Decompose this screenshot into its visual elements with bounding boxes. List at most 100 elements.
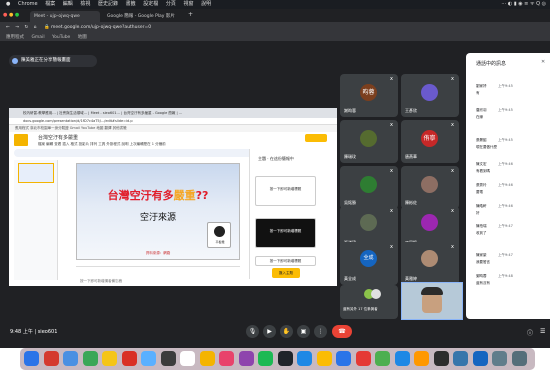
self-view[interactable] [401,282,463,320]
bookmark-maps[interactable]: 地圖 [78,35,87,40]
dock-app-icon[interactable] [472,351,488,366]
forward-icon[interactable]: → [15,25,19,30]
dock-app-icon[interactable] [238,351,254,366]
avatar [421,214,438,231]
participant-tile-5[interactable]: 陳彬佐 ⅹ [401,166,459,209]
avatar: 全成 [360,250,377,267]
status-icons[interactable]: ⋯ ◐ ▮ ◉ ≡ ᯤ Q ◎ [501,0,546,9]
mic-off-icon: ⅹ [451,76,454,82]
dock-app-icon[interactable] [102,351,117,366]
dock-app-icon[interactable] [82,351,98,366]
shared-tab: 校內研習-教學應用… [23,111,56,115]
lock-icon: 🔒 [43,25,50,30]
menu-history[interactable]: 歷史記錄 [98,0,118,9]
chat-sender: 張秀玲 [476,183,487,187]
menu-chrome[interactable]: Chrome [18,0,38,9]
menu-bookmarks[interactable]: 書籤 [126,0,136,9]
participant-tile-9[interactable]: 黃雅婷 ⅹ [401,242,459,285]
reload-icon[interactable]: ↻ [24,25,28,30]
info-icon[interactable]: ⓘ [527,328,533,337]
bookmarks-bar: 應用程式 Gmail YouTube 地圖 [0,33,550,42]
apple-icon[interactable]: ● [6,0,10,9]
avatar: 侑寧 [421,130,438,147]
dock-app-icon[interactable] [355,351,371,366]
chat-text: 好 [476,211,480,215]
home-icon[interactable]: ⌂ [34,25,37,30]
dock-app-icon[interactable] [297,351,312,366]
dock-app-icon[interactable] [199,351,215,366]
dock-app-icon[interactable] [160,351,176,366]
participant-tile-4[interactable]: 吳銘勝 ⅹ [340,166,398,209]
chat-time: 上午9:46 [498,183,513,187]
menu-help[interactable]: 說明 [201,0,211,9]
participant-tile-8[interactable]: 全成 黃全成 ⅹ [340,242,398,285]
slide-badge: 平板機 [215,240,225,244]
hangup-button[interactable]: ☎ [332,325,352,338]
mic-off-icon: ⅹ [451,122,454,128]
dock-app-icon[interactable] [121,351,137,366]
shared-address-bar: docs.google.com/presentation/d/1fD7c4aT5… [9,118,337,125]
shared-tab: Meet - sieo601… [90,111,121,115]
back-icon[interactable]: ← [6,25,10,30]
window-controls[interactable]: ● ● ● [3,13,23,18]
dock-app-icon[interactable] [511,351,527,366]
menu-tab[interactable]: 分頁 [166,0,176,9]
avatar [421,84,438,101]
mic-off-icon: ⅹ [390,244,393,250]
participant-name: 謝昀蓉 [344,108,356,113]
avatar [360,214,377,231]
dock-app-icon[interactable] [24,351,39,366]
dock-app-icon[interactable] [63,351,78,366]
dock-app-icon[interactable] [414,351,429,366]
raise-hand-button[interactable]: ✋ [280,325,293,338]
share-button [305,134,327,142]
theme-card: 按一下即可新增標題 [255,256,316,266]
dock-app-icon[interactable] [336,351,351,366]
menu-file[interactable]: 檔案 [45,0,55,9]
tab-meet[interactable]: Meet - ujp-ojwq-qwe [30,11,100,22]
bookmark-gmail[interactable]: Gmail [31,35,44,40]
slide-title: 台灣空汙有多嚴重?? [107,189,209,202]
bookmark-youtube[interactable]: YouTube [52,35,70,40]
shared-bookmarks: 應用程式 臺北市校園單一身分驗證 Gmail YouTube 地圖 翻譯 其他書… [9,125,337,132]
slide-thumbnail [18,163,54,183]
camera-button[interactable]: ▶ [263,325,276,338]
menu-view[interactable]: 檢視 [80,0,90,9]
menu-profile[interactable]: 設定檔 [143,0,158,9]
participant-tile-2[interactable]: 陳瑞玟 ⅹ [340,120,398,163]
dock-app-icon[interactable] [375,351,390,366]
dock-app-icon[interactable] [219,351,234,366]
dock-app-icon[interactable] [453,351,468,366]
avatar [360,130,377,147]
more-options-button[interactable]: ⋮ [314,325,327,338]
chat-time: 上午9:47 [498,224,513,228]
participant-tile-3[interactable]: 侑寧 唐燕華 ⅹ [401,120,459,163]
more-participants-tile[interactable]: 還有另外 17 位參與者 [340,285,398,319]
participant-name: 唐燕華 [405,154,417,159]
participant-tile-1[interactable]: 王彥欣 ⅹ [401,74,459,117]
dock-app-icon[interactable] [180,351,195,366]
dock-app-icon[interactable] [277,351,293,366]
present-button[interactable]: ▣ [297,325,310,338]
dock-app-icon[interactable] [141,351,156,366]
dock-app-icon[interactable] [43,351,59,366]
meeting-info: 9:48 上午 | sieo601 [10,329,58,335]
participant-tile-0[interactable]: 昀蓉 謝昀蓉 ⅹ [340,74,398,117]
dock-app-icon[interactable] [316,351,332,366]
dock-app-icon[interactable] [394,351,410,366]
tab-slides[interactable]: Google 簡報 - Google Play 影片 [103,11,183,22]
menu-edit[interactable]: 編輯 [63,0,73,9]
new-tab-button[interactable]: + [188,11,193,18]
menu-window[interactable]: 視窗 [183,0,193,9]
dock-app-icon[interactable] [492,351,507,366]
bookmark-apps[interactable]: 應用程式 [6,35,24,40]
dock-app-icon[interactable] [433,351,449,366]
mic-button[interactable]: 🎙 [246,325,259,338]
chat-sender: 陳柏瑞 [476,224,487,228]
close-icon[interactable]: ✕ [541,59,545,65]
dock-app-icon[interactable] [258,351,273,366]
presenter-avatar [12,58,18,64]
people-icon[interactable]: ☰ [540,328,545,335]
participant-name: 王彥欣 [405,108,417,113]
url-input[interactable]: meet.google.com/ujp-ojwq-qwe?authuser=0 [51,25,151,30]
